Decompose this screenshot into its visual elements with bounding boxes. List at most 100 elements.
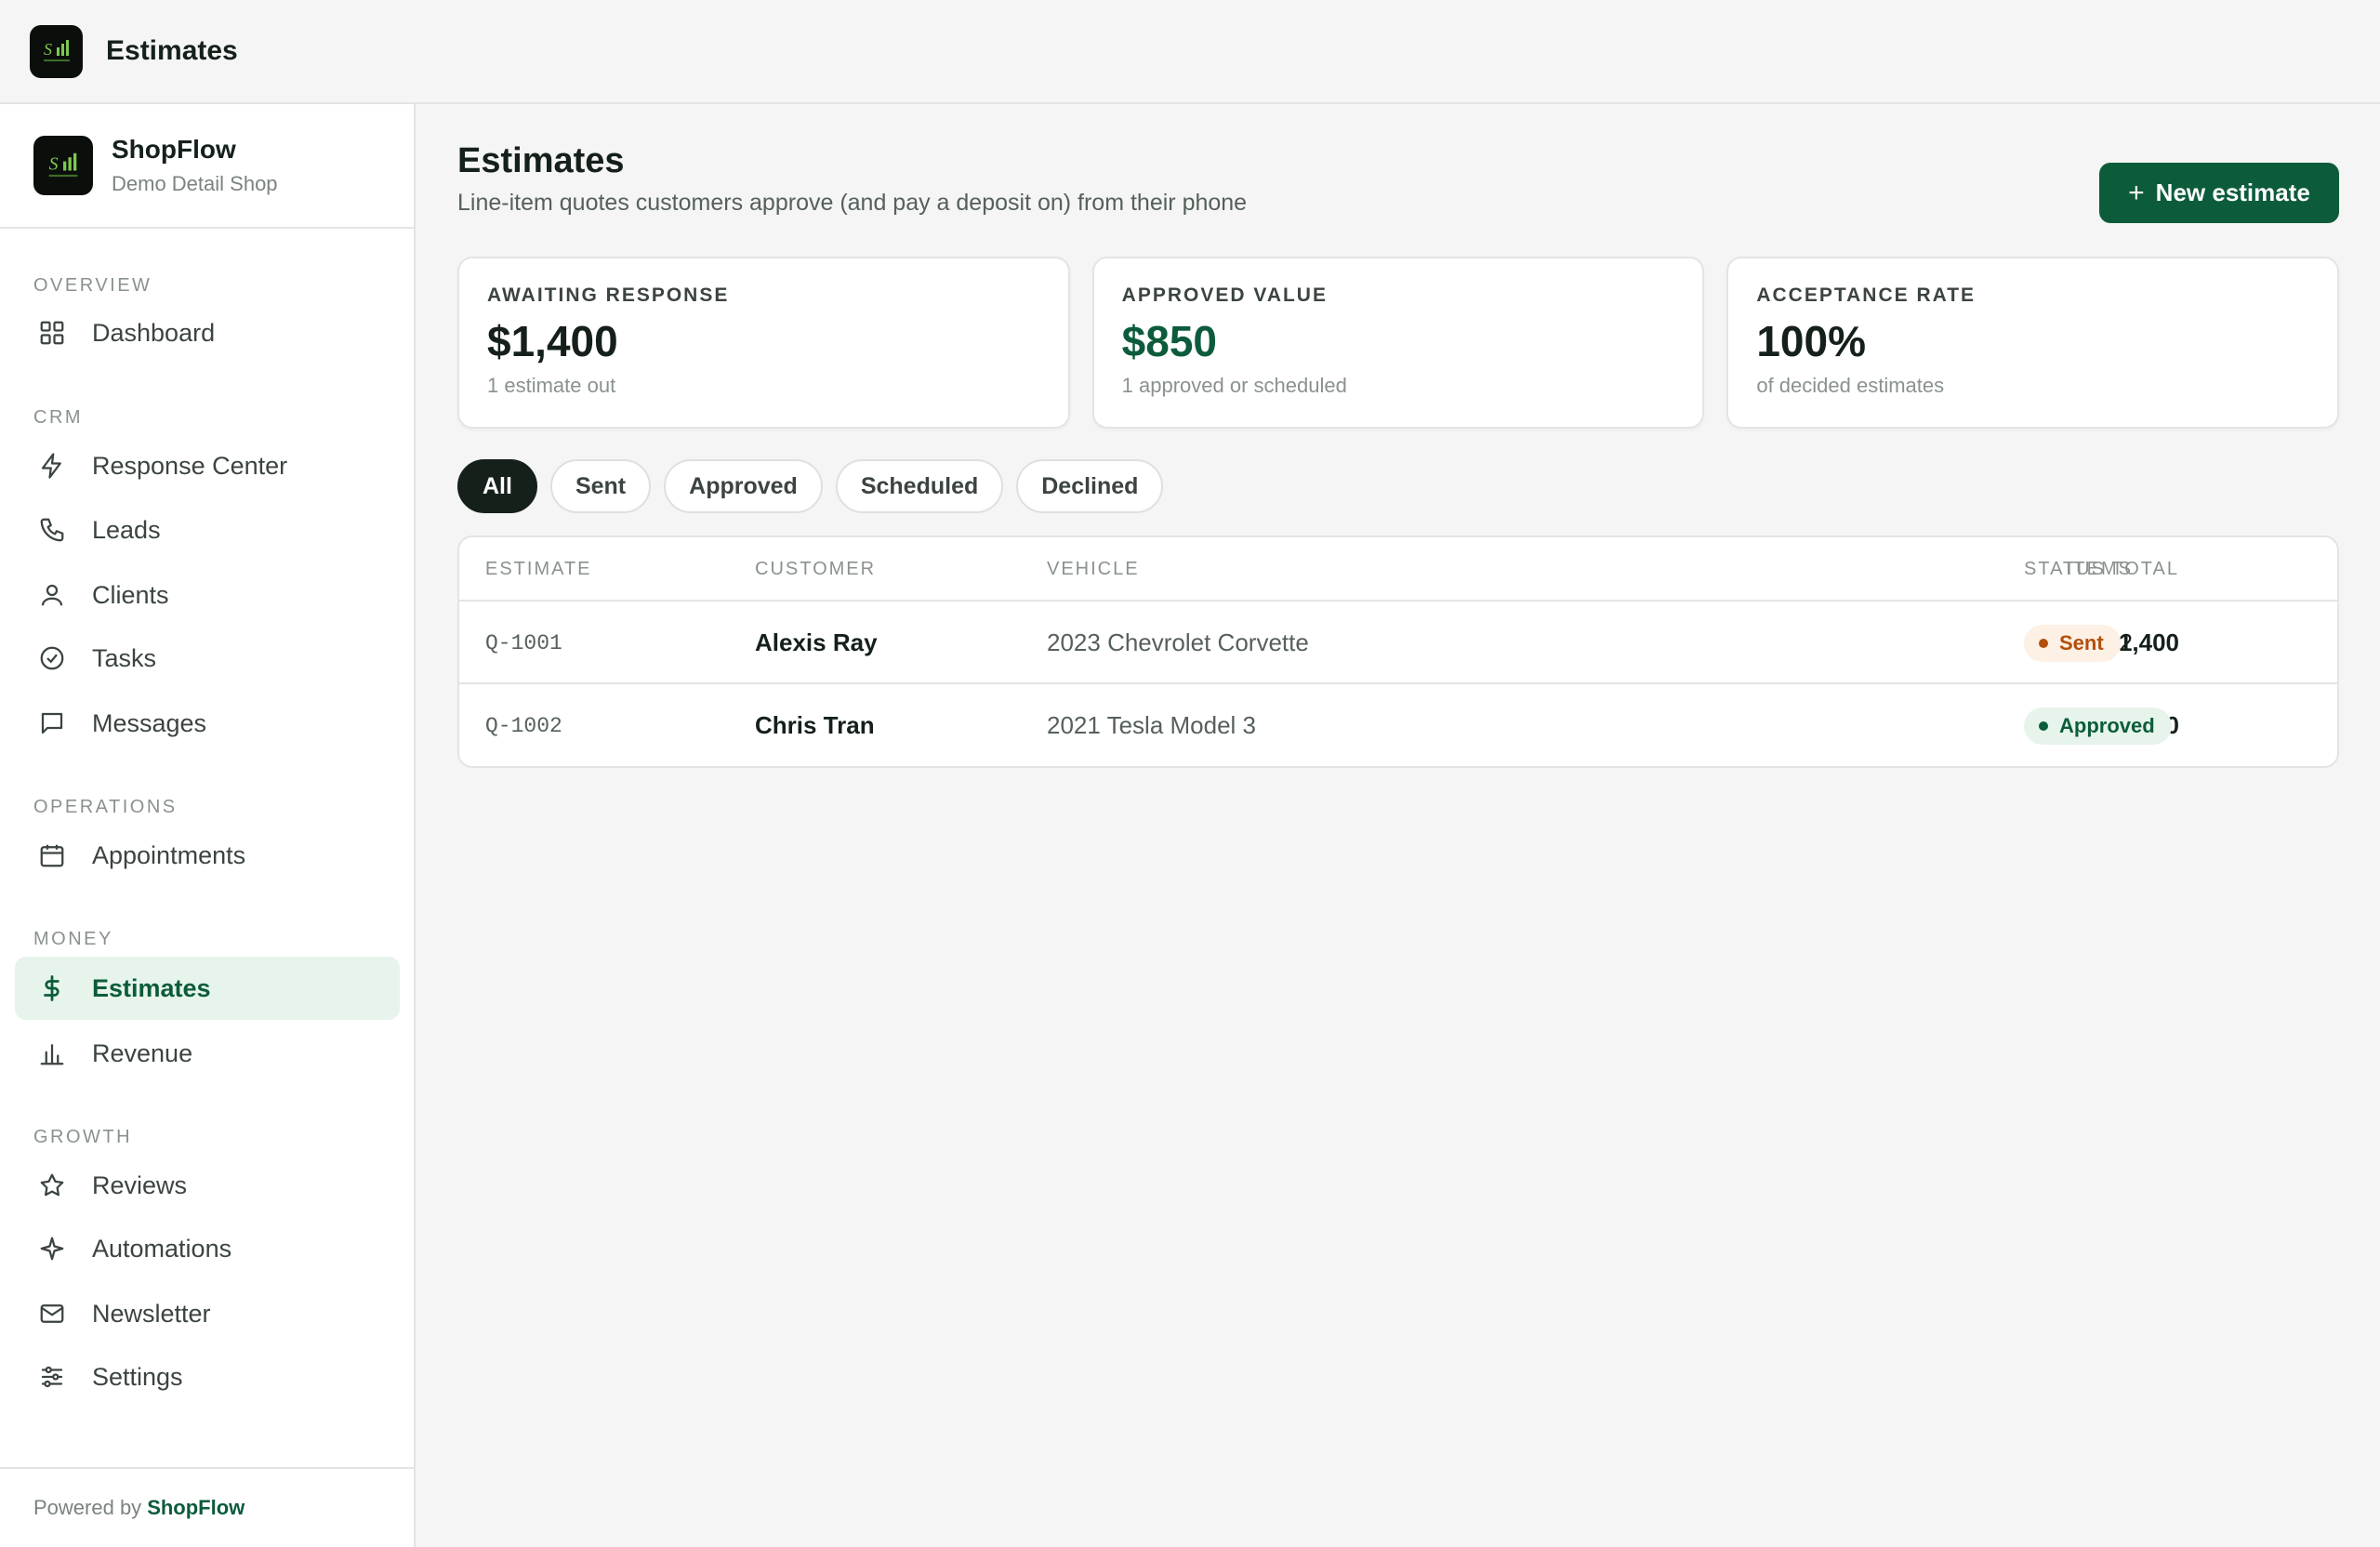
sidebar-item-label: Reviews bbox=[92, 1170, 188, 1199]
stat-card-acceptance: ACCEPTANCE RATE 100% of decided estimate… bbox=[1726, 257, 2340, 429]
nav-section-operations: OPERATIONS bbox=[33, 797, 178, 817]
status-cell: Approved bbox=[2024, 684, 2172, 766]
sparkle-icon bbox=[37, 1234, 67, 1263]
nav-section-overview: OVERVIEW bbox=[33, 275, 152, 296]
status-label: Sent bbox=[2059, 630, 2104, 654]
stat-value: $1,400 bbox=[487, 317, 618, 365]
phone-icon bbox=[37, 515, 67, 545]
sidebar: S ShopFlow Demo Detail Shop OVERVIEW Das… bbox=[0, 104, 416, 1547]
calendar-icon bbox=[37, 840, 67, 870]
filter-scheduled[interactable]: Scheduled bbox=[835, 459, 1004, 513]
status-dot-icon bbox=[2039, 638, 2048, 648]
new-estimate-button[interactable]: + New estimate bbox=[2099, 163, 2339, 223]
table-row[interactable]: Q-1002 Chris Tran 2021 Tesla Model 3 2 $… bbox=[459, 684, 2337, 766]
filter-all[interactable]: All bbox=[457, 459, 537, 513]
brand-subtitle: Demo Detail Shop bbox=[112, 172, 278, 195]
powered-by-label: Powered by bbox=[33, 1496, 142, 1519]
sidebar-item-label: Messages bbox=[92, 708, 207, 737]
table-row[interactable]: Q-1001 Alexis Ray 2023 Chevrolet Corvett… bbox=[459, 602, 2337, 684]
sidebar-item-revenue[interactable]: Revenue bbox=[15, 1022, 400, 1085]
sidebar-item-estimates[interactable]: Estimates bbox=[15, 957, 400, 1020]
brand-block[interactable]: S ShopFlow Demo Detail Shop bbox=[0, 104, 414, 229]
filter-approved[interactable]: Approved bbox=[664, 459, 823, 513]
nav-section-growth: GROWTH bbox=[33, 1127, 133, 1147]
stat-value: $850 bbox=[1121, 317, 1218, 365]
brand-logo-icon: S bbox=[33, 136, 93, 195]
sidebar-item-newsletter[interactable]: Newsletter bbox=[15, 1282, 400, 1345]
status-cell: Sent bbox=[2024, 602, 2121, 684]
column-customer[interactable]: CUSTOMER bbox=[755, 537, 876, 602]
sidebar-item-label: Tasks bbox=[92, 643, 157, 672]
sliders-icon bbox=[37, 1362, 67, 1392]
page-subtitle: Line-item quotes customers approve (and … bbox=[457, 190, 1248, 216]
main-content: Estimates Line-item quotes customers app… bbox=[416, 104, 2380, 1547]
estimate-id: Q-1002 bbox=[485, 713, 562, 738]
sidebar-item-label: Automations bbox=[92, 1234, 232, 1263]
sidebar-item-label: Leads bbox=[92, 515, 161, 544]
sidebar-item-dashboard[interactable]: Dashboard bbox=[15, 301, 400, 364]
nav-section-crm: CRM bbox=[33, 407, 84, 428]
estimate-id: Q-1001 bbox=[485, 630, 562, 655]
check-circle-icon bbox=[37, 643, 67, 673]
stat-label: APPROVED VALUE bbox=[1121, 284, 1328, 306]
sidebar-item-label: Estimates bbox=[92, 973, 211, 1002]
powered-by-link[interactable]: ShopFlow bbox=[147, 1496, 245, 1520]
sidebar-footer: Powered by ShopFlow bbox=[0, 1467, 414, 1547]
sidebar-item-label: Response Center bbox=[92, 451, 288, 480]
app-logo-icon[interactable]: S bbox=[30, 24, 83, 78]
top-bar: S Estimates bbox=[0, 0, 2380, 104]
stat-card-approved: APPROVED VALUE $850 1 approved or schedu… bbox=[1091, 257, 1705, 429]
vehicle: 2023 Chevrolet Corvette bbox=[1047, 628, 1309, 656]
vehicle: 2021 Tesla Model 3 bbox=[1047, 711, 1257, 739]
stat-note: of decided estimates bbox=[1756, 374, 1945, 397]
column-estimate[interactable]: ESTIMATE bbox=[485, 537, 592, 602]
customer-name: Alexis Ray bbox=[755, 628, 878, 656]
sidebar-item-tasks[interactable]: Tasks bbox=[15, 627, 400, 690]
star-icon bbox=[37, 1170, 67, 1200]
message-icon bbox=[37, 708, 67, 738]
customer-name: Chris Tran bbox=[755, 711, 875, 739]
sidebar-item-label: Settings bbox=[92, 1362, 183, 1391]
sidebar-item-label: Clients bbox=[92, 580, 169, 609]
status-badge: Sent bbox=[2024, 624, 2121, 662]
status-filters: All Sent Approved Scheduled Declined bbox=[457, 459, 1164, 513]
column-status[interactable]: STATUS bbox=[2024, 537, 2106, 602]
plus-icon: + bbox=[2128, 177, 2145, 208]
sidebar-item-reviews[interactable]: Reviews bbox=[15, 1154, 400, 1217]
stat-cards: AWAITING RESPONSE $1,400 1 estimate out … bbox=[457, 257, 2340, 429]
mail-icon bbox=[37, 1299, 67, 1329]
filter-declined[interactable]: Declined bbox=[1016, 459, 1164, 513]
column-vehicle[interactable]: VEHICLE bbox=[1047, 537, 1140, 602]
sidebar-item-label: Appointments bbox=[92, 840, 246, 869]
dollar-icon bbox=[37, 973, 67, 1003]
sidebar-item-label: Newsletter bbox=[92, 1299, 211, 1328]
brand-name: ShopFlow bbox=[112, 135, 236, 164]
bar-chart-icon bbox=[37, 1038, 67, 1068]
stat-note: 1 estimate out bbox=[487, 374, 616, 397]
svg-text:S: S bbox=[49, 153, 59, 174]
stat-label: ACCEPTANCE RATE bbox=[1756, 284, 1977, 306]
sidebar-item-label: Revenue bbox=[92, 1038, 193, 1067]
svg-text:S: S bbox=[44, 40, 52, 59]
stat-note: 1 approved or scheduled bbox=[1121, 374, 1347, 397]
status-badge: Approved bbox=[2024, 707, 2172, 745]
topbar-title: Estimates bbox=[106, 35, 238, 66]
table-header: ESTIMATE CUSTOMER VEHICLE ITEMS TOTAL ST… bbox=[459, 537, 2337, 602]
sidebar-item-messages[interactable]: Messages bbox=[15, 692, 400, 755]
sidebar-item-response-center[interactable]: Response Center bbox=[15, 434, 400, 497]
filter-sent[interactable]: Sent bbox=[549, 459, 652, 513]
bolt-icon bbox=[37, 451, 67, 481]
sidebar-item-automations[interactable]: Automations bbox=[15, 1217, 400, 1280]
stat-card-awaiting: AWAITING RESPONSE $1,400 1 estimate out bbox=[457, 257, 1070, 429]
sidebar-item-label: Dashboard bbox=[92, 318, 216, 347]
status-dot-icon bbox=[2039, 721, 2048, 731]
estimates-table: ESTIMATE CUSTOMER VEHICLE ITEMS TOTAL ST… bbox=[457, 536, 2339, 768]
nav-section-money: MONEY bbox=[33, 929, 113, 949]
user-icon bbox=[37, 580, 67, 610]
grid-icon bbox=[37, 318, 67, 348]
sidebar-item-appointments[interactable]: Appointments bbox=[15, 824, 400, 887]
sidebar-item-leads[interactable]: Leads bbox=[15, 498, 400, 562]
new-estimate-label: New estimate bbox=[2155, 178, 2310, 206]
sidebar-item-clients[interactable]: Clients bbox=[15, 563, 400, 627]
sidebar-item-settings[interactable]: Settings bbox=[15, 1345, 400, 1408]
